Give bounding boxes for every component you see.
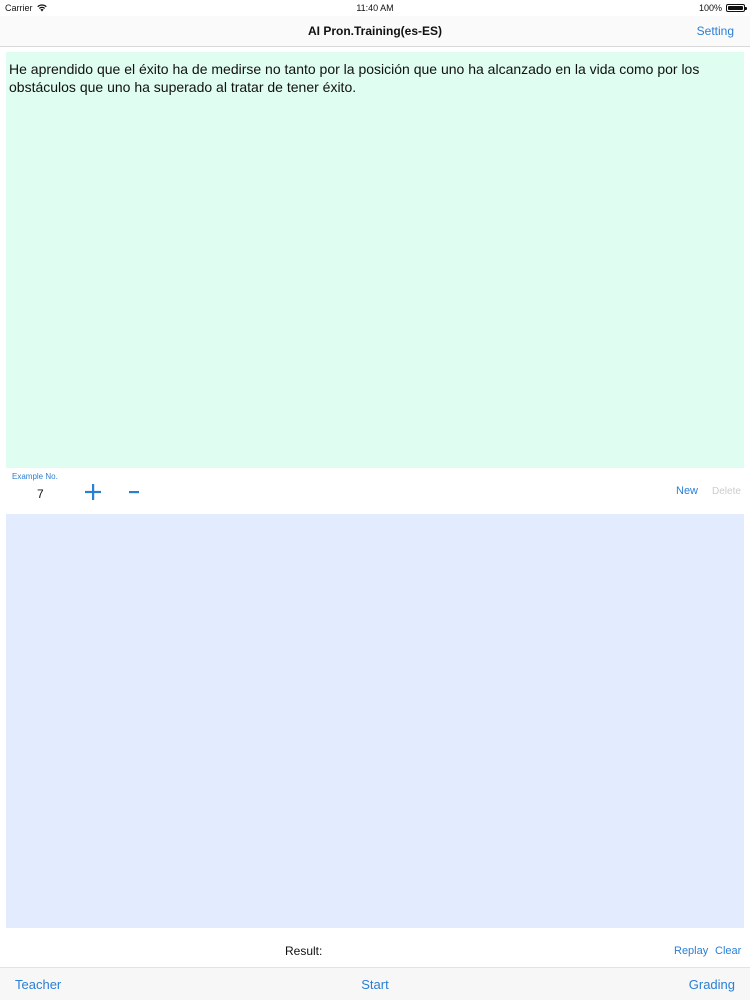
example-number-label: Example No. xyxy=(12,472,58,481)
replay-button[interactable]: Replay xyxy=(674,945,708,957)
status-bar: Carrier 11:40 AM 100% xyxy=(0,0,750,16)
minus-icon[interactable] xyxy=(127,483,141,501)
app-screen: Carrier 11:40 AM 100% AI Pron.Training(e… xyxy=(0,0,750,1000)
clear-button[interactable]: Clear xyxy=(715,945,741,957)
setting-button[interactable]: Setting xyxy=(697,24,734,38)
start-button-wrapper: Start xyxy=(0,977,750,992)
result-row: Result: Replay Clear xyxy=(0,930,750,966)
result-label: Result: xyxy=(285,944,323,958)
plus-icon[interactable] xyxy=(84,483,102,501)
bottom-toolbar: Teacher Start Grading xyxy=(0,967,750,1000)
delete-button[interactable]: Delete xyxy=(712,486,741,497)
example-number-value: 7 xyxy=(37,487,44,501)
start-button[interactable]: Start xyxy=(361,977,388,992)
new-button[interactable]: New xyxy=(676,485,698,497)
example-controls: Example No. 7 New Delete xyxy=(0,469,750,513)
battery-percent: 100% xyxy=(698,3,722,13)
sentence-text-area[interactable]: He aprendido que el éxito ha de medirse … xyxy=(6,52,744,468)
battery-icon xyxy=(726,4,747,12)
status-right: 100% xyxy=(698,3,747,13)
nav-bar: AI Pron.Training(es-ES) Setting xyxy=(0,16,750,47)
status-time: 11:40 AM xyxy=(356,3,394,13)
teacher-button[interactable]: Teacher xyxy=(15,977,61,992)
grading-button[interactable]: Grading xyxy=(689,977,735,992)
result-panel xyxy=(6,514,744,928)
page-title: AI Pron.Training(es-ES) xyxy=(307,24,442,38)
